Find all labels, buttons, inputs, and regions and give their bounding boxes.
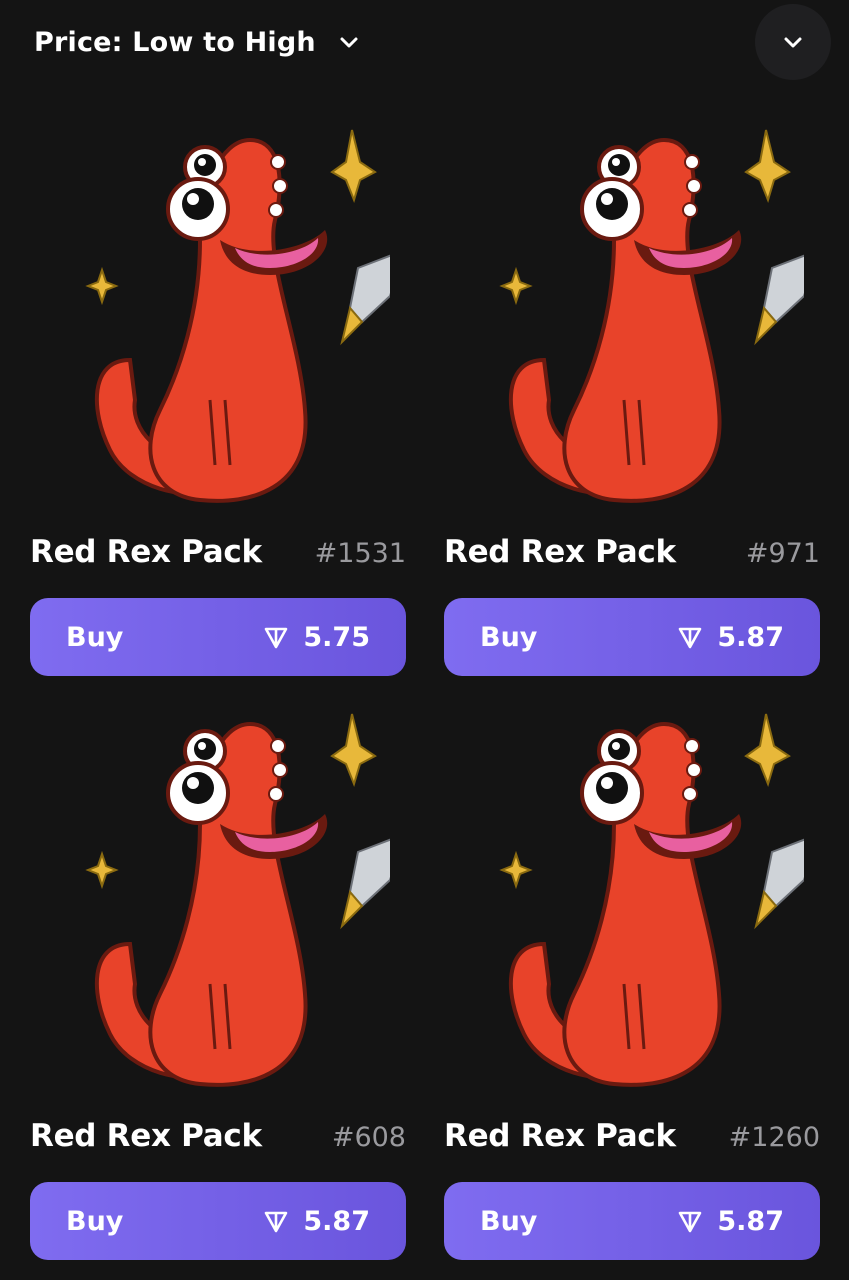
buy-button-label: Buy (66, 1205, 124, 1237)
buy-button-label: Buy (66, 621, 124, 653)
gift-name: Red Rex Pack (30, 1118, 262, 1154)
gift-card[interactable]: Red Rex Pack #971 Buy 5.87 (444, 100, 821, 684)
red-rex-sticker-image (464, 694, 821, 1094)
price-value: 5.75 (303, 621, 370, 653)
price-value: 5.87 (717, 1205, 784, 1237)
buy-button[interactable]: Buy 5.75 (30, 598, 406, 676)
gift-grid: Red Rex Pack #1531 Buy 5.75 Red Rex Pack… (30, 100, 821, 1268)
ton-diamond-icon (677, 1208, 703, 1234)
ton-diamond-icon (263, 624, 289, 650)
gift-card[interactable]: Red Rex Pack #608 Buy 5.87 (30, 684, 407, 1268)
gift-number: #1531 (314, 538, 406, 569)
chevron-down-icon (338, 31, 360, 53)
buy-button[interactable]: Buy 5.87 (444, 1182, 820, 1260)
price: 5.75 (263, 622, 370, 653)
price-value: 5.87 (717, 621, 784, 653)
red-rex-sticker-image (464, 110, 821, 510)
gift-number: #971 (745, 538, 820, 569)
gift-number: #1260 (728, 1122, 820, 1153)
red-rex-sticker-image (50, 110, 407, 510)
buy-button[interactable]: Buy 5.87 (30, 1182, 406, 1260)
sort-dropdown[interactable]: Price: Low to High (34, 22, 360, 62)
buy-button-label: Buy (480, 1205, 538, 1237)
top-bar: Price: Low to High (0, 0, 849, 86)
buy-button-label: Buy (480, 621, 538, 653)
price: 5.87 (263, 1206, 370, 1237)
ton-diamond-icon (677, 624, 703, 650)
sort-dropdown-label: Price: Low to High (34, 26, 316, 58)
gift-name: Red Rex Pack (30, 534, 262, 570)
chevron-down-icon (780, 29, 806, 55)
gift-name: Red Rex Pack (444, 534, 676, 570)
ton-diamond-icon (263, 1208, 289, 1234)
gift-card[interactable]: Red Rex Pack #1531 Buy 5.75 (30, 100, 407, 684)
expand-filters-button[interactable] (755, 4, 831, 80)
gift-number: #608 (331, 1122, 406, 1153)
red-rex-sticker-image (50, 694, 407, 1094)
gift-name: Red Rex Pack (444, 1118, 676, 1154)
buy-button[interactable]: Buy 5.87 (444, 598, 820, 676)
price: 5.87 (677, 622, 784, 653)
gift-card[interactable]: Red Rex Pack #1260 Buy 5.87 (444, 684, 821, 1268)
price: 5.87 (677, 1206, 784, 1237)
price-value: 5.87 (303, 1205, 370, 1237)
